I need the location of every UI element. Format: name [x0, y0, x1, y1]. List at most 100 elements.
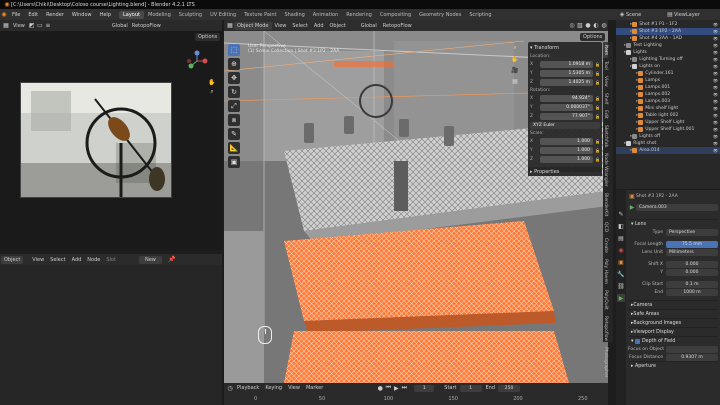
- outliner-row[interactable]: ▸ Test Lighting 👁: [616, 42, 720, 49]
- editor-type-icon[interactable]: ▦: [2, 22, 10, 30]
- outliner-row[interactable]: ▸ Lamps.002 👁: [616, 91, 720, 98]
- rendered-shading-icon[interactable]: ◍: [600, 22, 608, 30]
- visibility-eye-icon[interactable]: 👁: [713, 78, 720, 83]
- workspace-tab-rendering[interactable]: Rendering: [342, 11, 376, 19]
- visibility-eye-icon[interactable]: 👁: [713, 148, 720, 153]
- dof-section-header[interactable]: ▾ Depth of Field: [628, 336, 718, 345]
- visibility-eye-icon[interactable]: 👁: [713, 134, 720, 139]
- outliner-row[interactable]: ▸ Lamps.001 👁: [616, 84, 720, 91]
- sidebar-tab-view[interactable]: View: [603, 73, 608, 90]
- visibility-eye-icon[interactable]: 👁: [713, 127, 720, 132]
- rotation-z-field[interactable]: 77.907°: [540, 112, 594, 120]
- camera-data-tab-icon[interactable]: ▶: [617, 294, 625, 302]
- sidebar-tab-tool[interactable]: Tool: [603, 58, 608, 73]
- lock-icon[interactable]: 🔓: [595, 139, 600, 144]
- current-frame-field[interactable]: 1: [414, 384, 435, 392]
- shift-y-field[interactable]: 0.000: [666, 268, 718, 276]
- section-camera[interactable]: ▸ Camera: [628, 300, 718, 309]
- menu-render[interactable]: Render: [42, 12, 68, 18]
- dof-checkbox[interactable]: [634, 338, 640, 344]
- outliner-row[interactable]: ▸ Table light 002 👁: [616, 112, 720, 119]
- outliner-row[interactable]: ▸ Upper Shelf Light 👁: [616, 119, 720, 126]
- section-background-images[interactable]: ▸ Background Images: [628, 318, 718, 327]
- workspace-tab-layout[interactable]: Layout: [119, 10, 144, 19]
- workspace-tab-compositing[interactable]: Compositing: [376, 11, 415, 19]
- add-cube-tool[interactable]: ▣: [228, 156, 240, 168]
- select-box-tool[interactable]: ⬚: [228, 44, 240, 56]
- pin-icon[interactable]: 📌: [168, 256, 176, 264]
- outliner-row[interactable]: ▸ Area.014 👁: [616, 147, 720, 154]
- render-tab-icon[interactable]: ◧: [617, 222, 625, 230]
- viewport-add-menu[interactable]: Add: [311, 23, 327, 29]
- sidebar-tab-shelf[interactable]: Shelf: [603, 90, 608, 107]
- lens-section-header[interactable]: ▾ Lens: [628, 219, 718, 228]
- visibility-eye-icon[interactable]: 👁: [713, 50, 720, 55]
- shift-x-field[interactable]: 0.000: [666, 260, 718, 268]
- sidebar-tab-qcd[interactable]: QCD: [603, 219, 608, 235]
- xray-icon[interactable]: ▧: [576, 22, 584, 30]
- outliner-row[interactable]: ▸ Shot #1 P1 - 1F2 👁: [616, 21, 720, 28]
- shader-select-menu[interactable]: Select: [47, 257, 68, 263]
- lock-icon[interactable]: 🔓: [595, 105, 600, 110]
- menu-window[interactable]: Window: [68, 12, 96, 18]
- menu-help[interactable]: Help: [96, 12, 115, 18]
- blender-menu-icon[interactable]: ◉: [0, 11, 8, 19]
- workspace-tab-shading[interactable]: Shading: [280, 11, 308, 19]
- outliner-row[interactable]: ▸ Upper Shelf Light.001 👁: [616, 126, 720, 133]
- sidebar-tab-item[interactable]: Item: [603, 42, 608, 59]
- aperture-section-header[interactable]: ▸ Aperture: [628, 361, 718, 370]
- scene-name[interactable]: Scene: [626, 12, 666, 18]
- solid-shading-icon[interactable]: ●: [584, 22, 592, 30]
- visibility-eye-icon[interactable]: 👁: [713, 71, 720, 76]
- constraint-tab-icon[interactable]: ⛓: [617, 282, 625, 290]
- focus-distance-field[interactable]: 0.9307 m: [666, 353, 718, 361]
- outliner-row[interactable]: ▸ Mini shelf light 👁: [616, 105, 720, 112]
- view-layer-name[interactable]: ViewLayer: [674, 12, 700, 18]
- navigation-gizmo[interactable]: [186, 50, 208, 72]
- visibility-eye-icon[interactable]: 👁: [713, 113, 720, 118]
- sidebar-tab-edit[interactable]: Edit: [603, 107, 608, 122]
- sidebar-tab-blenderkit[interactable]: BlenderKit: [603, 190, 608, 219]
- visibility-eye-icon[interactable]: 👁: [713, 85, 720, 90]
- viewport-transform-orientation[interactable]: Global: [361, 23, 377, 29]
- timeline-view-menu[interactable]: View: [285, 385, 303, 391]
- lock-icon[interactable]: 🔓: [595, 80, 600, 85]
- lock-icon[interactable]: 🔓: [595, 62, 600, 67]
- shader-editor-canvas[interactable]: [0, 265, 222, 405]
- rotation-y-field[interactable]: 0.000037°: [540, 103, 594, 111]
- playback-menu[interactable]: Playback: [234, 385, 262, 391]
- shader-slot[interactable]: Slot: [103, 257, 119, 263]
- viewport-retopoflow[interactable]: RetopoFlow: [383, 23, 412, 29]
- visibility-eye-icon[interactable]: 👁: [713, 106, 720, 111]
- scale-z-field[interactable]: 1.000: [540, 155, 594, 163]
- hand-pan-icon[interactable]: ✋: [511, 55, 519, 63]
- visibility-eye-icon[interactable]: 👁: [713, 43, 720, 48]
- jump-start-icon[interactable]: ⏮: [384, 384, 392, 392]
- visibility-eye-icon[interactable]: 👁: [713, 36, 720, 41]
- transform-panel-header[interactable]: ▾ Transform: [530, 44, 600, 52]
- object-tab-icon[interactable]: ▣: [617, 258, 625, 266]
- layers-icon[interactable]: ≡: [44, 22, 52, 30]
- render-result-icon[interactable]: ◩: [28, 22, 36, 30]
- workspace-tab-modeling[interactable]: Modeling: [144, 11, 175, 19]
- view-menu[interactable]: View: [10, 23, 28, 29]
- scale-x-field[interactable]: 1.000: [540, 137, 594, 145]
- transform-tool[interactable]: ⧈: [228, 114, 240, 126]
- measure-tool[interactable]: 📐: [228, 142, 240, 154]
- shader-new-button[interactable]: New: [138, 255, 162, 264]
- timeline-ruler[interactable]: 0 50 100 150 200 250: [224, 394, 608, 405]
- outliner-row[interactable]: ▸ Lighting Turning off 👁: [616, 56, 720, 63]
- zoom-icon[interactable]: ⌕: [511, 44, 519, 52]
- workspace-tab-sculpting[interactable]: Sculpting: [175, 11, 206, 19]
- scale-tool[interactable]: ⤢: [228, 100, 240, 112]
- clock-icon[interactable]: ◷: [226, 384, 234, 392]
- camera-view-icon[interactable]: 🎥: [511, 66, 519, 74]
- outliner-row[interactable]: ▸ Cylinder.161 👁: [616, 70, 720, 77]
- hand-pan-icon[interactable]: ✋: [208, 78, 216, 86]
- outliner-row[interactable]: ▸ Lights off 👁: [616, 133, 720, 140]
- lock-icon[interactable]: 🔓: [595, 148, 600, 153]
- rotation-x-field[interactable]: 94.924°: [540, 94, 594, 102]
- lock-icon[interactable]: 🔓: [595, 157, 600, 162]
- start-frame-field[interactable]: 1: [459, 384, 482, 392]
- lock-icon[interactable]: 🔓: [595, 96, 600, 101]
